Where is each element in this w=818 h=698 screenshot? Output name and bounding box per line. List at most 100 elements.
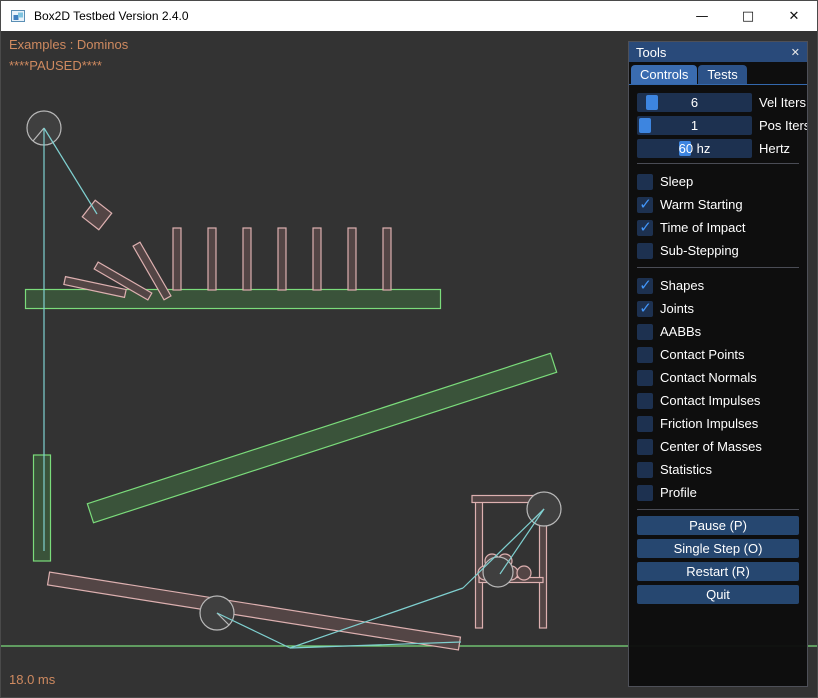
slider-track[interactable]: 1 bbox=[637, 116, 752, 135]
separator bbox=[637, 509, 799, 510]
close-icon: ✕ bbox=[789, 9, 800, 24]
example-label: Examples : Dominos bbox=[9, 37, 128, 52]
ball bbox=[517, 566, 531, 580]
tools-panel-titlebar[interactable]: Tools ✕ bbox=[629, 42, 807, 62]
check-icon: ✓ bbox=[638, 218, 653, 236]
minimize-icon: — bbox=[696, 9, 709, 24]
simulation-canvas[interactable]: Examples : Dominos ****PAUSED**** 18.0 m… bbox=[1, 31, 818, 698]
domino bbox=[383, 228, 391, 290]
checkbox-box[interactable]: ✓ bbox=[637, 278, 653, 294]
tab-controls[interactable]: Controls bbox=[631, 65, 697, 84]
checkbox-box[interactable] bbox=[637, 243, 653, 259]
checkbox-box[interactable] bbox=[637, 393, 653, 409]
slider-vel-iters[interactable]: 6Vel Iters bbox=[637, 93, 799, 112]
checkbox-label: Warm Starting bbox=[660, 197, 743, 212]
window-title: Box2D Testbed Version 2.4.0 bbox=[34, 9, 189, 23]
slider-label: Vel Iters bbox=[759, 95, 806, 110]
left-pillar bbox=[34, 455, 51, 561]
checkbox-sleep[interactable]: Sleep bbox=[637, 170, 799, 193]
minimize-button[interactable]: — bbox=[679, 1, 725, 31]
button-stack: Pause (P) Single Step (O) Restart (R) Quit bbox=[637, 516, 799, 604]
checkbox-label: Statistics bbox=[660, 462, 712, 477]
checkbox-label: Friction Impulses bbox=[660, 416, 758, 431]
checkbox-sub-stepping[interactable]: Sub-Stepping bbox=[637, 239, 799, 262]
slider-track[interactable]: 6 bbox=[637, 93, 752, 112]
slider-track[interactable]: 60 hz bbox=[637, 139, 752, 158]
checkbox-center-of-masses[interactable]: Center of Masses bbox=[637, 435, 799, 458]
checkbox-shapes[interactable]: ✓ Shapes bbox=[637, 274, 799, 297]
checkbox-contact-points[interactable]: Contact Points bbox=[637, 343, 799, 366]
checkbox-group-2: ✓ Shapes ✓ Joints AABBs Contact Points Contact… bbox=[637, 274, 799, 504]
window-controls: — □ ✕ bbox=[679, 1, 817, 31]
checkbox-box[interactable] bbox=[637, 439, 653, 455]
check-icon: ✓ bbox=[638, 195, 653, 213]
slider-group: 6Vel Iters 1Pos Iters 60 hz Hertz bbox=[637, 93, 799, 158]
panel-content: 6Vel Iters1Pos Iters60 hzHertz Sleep✓War… bbox=[629, 85, 807, 686]
joint-line bbox=[44, 128, 97, 214]
checkbox-label: Sub-Stepping bbox=[660, 243, 739, 258]
checkbox-label: Joints bbox=[660, 301, 694, 316]
checkbox-box[interactable] bbox=[637, 462, 653, 478]
separator bbox=[637, 163, 799, 164]
domino bbox=[208, 228, 216, 290]
tools-panel: Tools ✕ Controls Tests 6Vel Iters1Pos It… bbox=[628, 41, 808, 687]
checkbox-label: Sleep bbox=[660, 174, 693, 189]
tools-panel-title: Tools bbox=[636, 45, 666, 60]
domino-platform bbox=[26, 290, 441, 309]
ramp-plank bbox=[48, 572, 461, 650]
checkbox-label: Contact Normals bbox=[660, 370, 757, 385]
app-icon bbox=[10, 8, 26, 24]
checkbox-label: Shapes bbox=[660, 278, 704, 293]
maximize-icon: □ bbox=[742, 9, 754, 24]
button-restart-r[interactable]: Restart (R) bbox=[637, 562, 799, 581]
checkbox-aabbs[interactable]: AABBs bbox=[637, 320, 799, 343]
slider-label: Pos Iters bbox=[759, 118, 807, 133]
button-single-step-o[interactable]: Single Step (O) bbox=[637, 539, 799, 558]
maximize-button[interactable]: □ bbox=[725, 1, 771, 31]
checkbox-box[interactable]: ✓ bbox=[637, 197, 653, 213]
panel-close-icon[interactable]: ✕ bbox=[791, 46, 800, 59]
checkbox-box[interactable] bbox=[637, 370, 653, 386]
slider-pos-iters[interactable]: 1Pos Iters bbox=[637, 116, 799, 135]
checkbox-box[interactable]: ✓ bbox=[637, 301, 653, 317]
slider-value: 6 bbox=[637, 93, 752, 112]
button-pause-p[interactable]: Pause (P) bbox=[637, 516, 799, 535]
frame-left-post bbox=[476, 498, 483, 628]
checkbox-contact-impulses[interactable]: Contact Impulses bbox=[637, 389, 799, 412]
checkbox-label: Contact Points bbox=[660, 347, 745, 362]
checkbox-label: Profile bbox=[660, 485, 697, 500]
checkbox-box[interactable] bbox=[637, 324, 653, 340]
check-icon: ✓ bbox=[638, 276, 653, 294]
button-quit[interactable]: Quit bbox=[637, 585, 799, 604]
checkbox-box[interactable] bbox=[637, 174, 653, 190]
checkbox-contact-normals[interactable]: Contact Normals bbox=[637, 366, 799, 389]
domino bbox=[173, 228, 181, 290]
checkbox-profile[interactable]: Profile bbox=[637, 481, 799, 504]
slider-hertz[interactable]: 60 hz Hertz bbox=[637, 139, 799, 158]
checkbox-box[interactable] bbox=[637, 485, 653, 501]
close-button[interactable]: ✕ bbox=[771, 1, 817, 31]
domino bbox=[243, 228, 251, 290]
checkbox-warm-starting[interactable]: ✓ Warm Starting bbox=[637, 193, 799, 216]
checkbox-time-of-impact[interactable]: ✓Time of Impact bbox=[637, 216, 799, 239]
app-window: Box2D Testbed Version 2.4.0 — □ ✕ Exampl… bbox=[0, 0, 818, 698]
checkbox-statistics[interactable]: Statistics bbox=[637, 458, 799, 481]
checkbox-joints[interactable]: ✓ Joints bbox=[637, 297, 799, 320]
tab-tests[interactable]: Tests bbox=[698, 65, 746, 84]
slider-value: 60 hz bbox=[637, 139, 752, 158]
paused-label: ****PAUSED**** bbox=[9, 58, 102, 73]
checkbox-friction-impulses[interactable]: Friction Impulses bbox=[637, 412, 799, 435]
checkbox-label: AABBs bbox=[660, 324, 701, 339]
slider-label: Hertz bbox=[759, 141, 790, 156]
domino bbox=[278, 228, 286, 290]
checkbox-box[interactable]: ✓ bbox=[637, 220, 653, 236]
checkbox-box[interactable] bbox=[637, 416, 653, 432]
checkbox-group-1: Sleep ✓ Warm Starting ✓Time of Impact Sub-St… bbox=[637, 170, 799, 262]
titlebar[interactable]: Box2D Testbed Version 2.4.0 — □ ✕ bbox=[1, 1, 817, 31]
domino bbox=[313, 228, 321, 290]
joint-line bbox=[500, 509, 544, 574]
checkbox-label: Center of Masses bbox=[660, 439, 762, 454]
tabbar: Controls Tests bbox=[629, 62, 807, 85]
checkbox-box[interactable] bbox=[637, 347, 653, 363]
frame-time-label: 18.0 ms bbox=[9, 672, 55, 687]
